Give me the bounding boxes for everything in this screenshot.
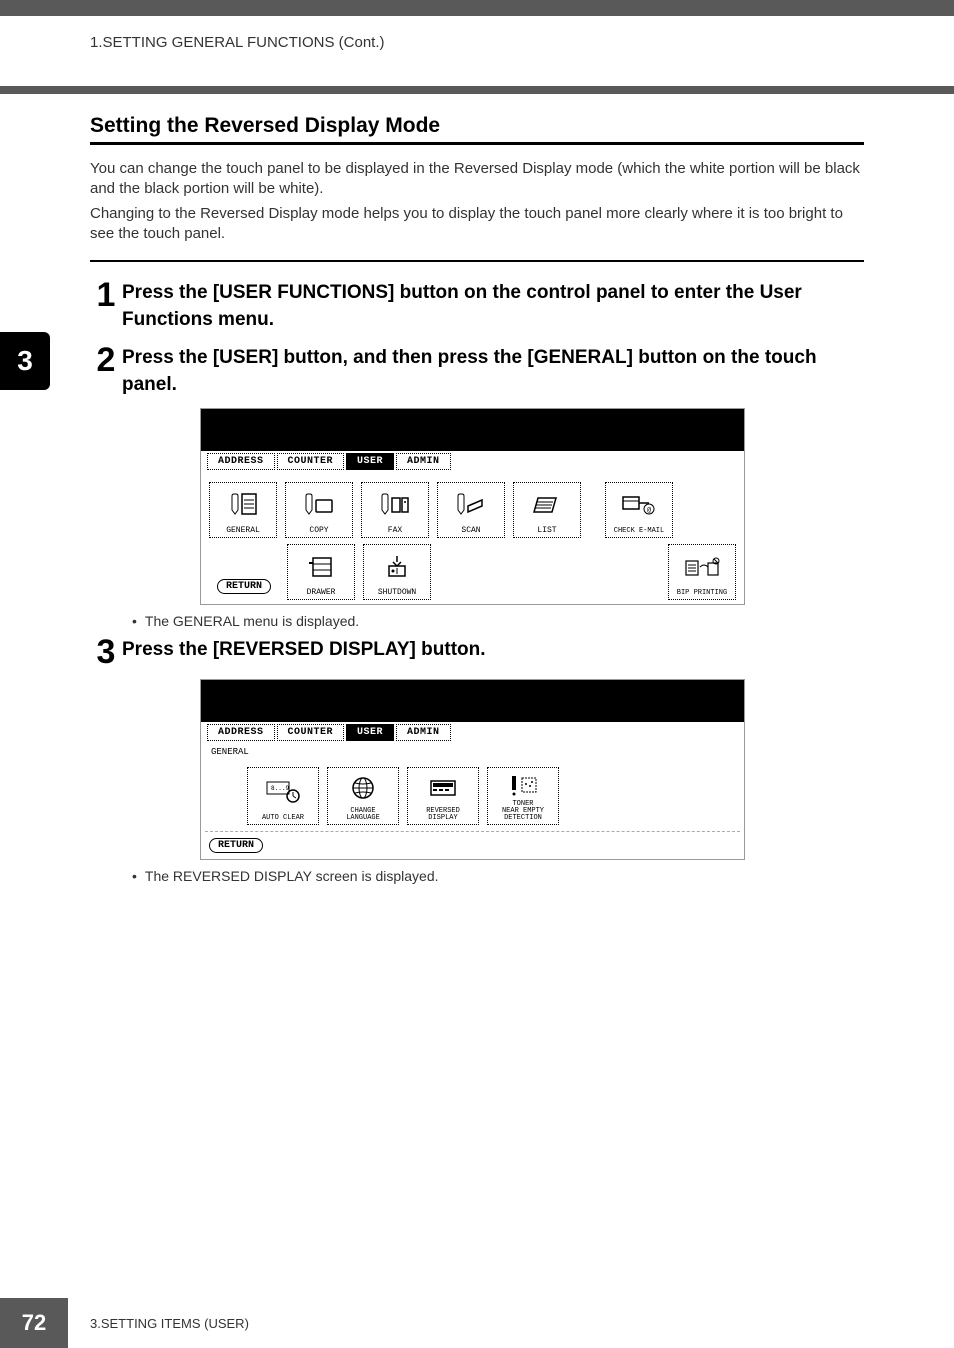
step-1: 1 Press the [USER FUNCTIONS] button on t… [90,278,864,333]
button-row-general: 8...9 AUTO CLEAR CHANGE LANGUAGE REVERSE… [201,761,744,831]
general-button[interactable]: GENERAL [209,482,277,538]
globe-icon [328,768,398,808]
copy-button[interactable]: COPY [285,482,353,538]
tab2-counter[interactable]: COUNTER [277,724,345,741]
section-title: Setting the Reversed Display Mode [90,114,864,138]
bip-printing-button[interactable]: BIP PRINTING [668,544,736,600]
screenshot-user-menu: ADDRESS COUNTER USER ADMIN GENERAL COPY [200,408,745,605]
screenshot-divider [205,831,740,832]
top-gray-bar [0,0,954,16]
screenshot2-body: ADDRESS COUNTER USER ADMIN GENERAL 8...9… [201,722,744,859]
button-row-1: GENERAL COPY FAX [201,476,744,544]
step-2-number: 2 [90,343,122,377]
tab-row-2: ADDRESS COUNTER USER ADMIN [201,722,744,747]
scan-icon [438,483,504,527]
note-general-menu: The GENERAL menu is displayed. [132,613,864,629]
drawer-icon [288,545,354,589]
step-2-text: Press the [USER] button, and then press … [122,343,864,398]
intro-paragraph-2: Changing to the Reversed Display mode he… [90,204,864,245]
button-row-2: RETURN DRAWER SHUTDOWN [201,544,744,604]
reversed-display-button[interactable]: REVERSED DISPLAY [407,767,479,825]
change-language-label: CHANGE LANGUAGE [346,808,380,822]
return-button-2[interactable]: RETURN [209,838,263,853]
tab-row: ADDRESS COUNTER USER ADMIN [201,451,744,476]
tab2-user[interactable]: USER [346,724,394,741]
note-reversed-display: The REVERSED DISPLAY screen is displayed… [132,868,864,884]
drawer-label: DRAWER [307,589,336,597]
toner-detection-button[interactable]: TONER NEAR EMPTY DETECTION [487,767,559,825]
return-button[interactable]: RETURN [217,579,271,594]
check-email-button[interactable]: @ CHECK E-MAIL [605,482,673,538]
intro-paragraph-1: You can change the touch panel to be dis… [90,159,864,200]
toner-icon [488,768,558,801]
copy-icon [286,483,352,527]
tab2-admin[interactable]: ADMIN [396,724,451,741]
general-breadcrumb: GENERAL [201,747,744,761]
screenshot-general-menu: ADDRESS COUNTER USER ADMIN GENERAL 8...9… [200,679,745,860]
scan-button[interactable]: SCAN [437,482,505,538]
reversed-display-icon [408,768,478,808]
fax-icon [362,483,428,527]
check-email-icon: @ [606,483,672,528]
shutdown-button[interactable]: SHUTDOWN [363,544,431,600]
step-1-text: Press the [USER FUNCTIONS] button on the… [122,278,864,333]
list-button[interactable]: LIST [513,482,581,538]
toner-detection-label: TONER NEAR EMPTY DETECTION [502,801,544,822]
tab-user[interactable]: USER [346,453,394,470]
tab2-address[interactable]: ADDRESS [207,724,275,741]
screenshot-titlebar [201,409,744,451]
mid-gray-bar [0,86,954,94]
shutdown-label: SHUTDOWN [378,589,416,597]
divider-rule [90,260,864,262]
chapter-side-tab: 3 [0,332,50,390]
change-language-button[interactable]: CHANGE LANGUAGE [327,767,399,825]
tab-address[interactable]: ADDRESS [207,453,275,470]
page-number: 72 [0,1298,68,1348]
general-icon [210,483,276,527]
step-1-number: 1 [90,278,122,312]
footer-chapter: 3.SETTING ITEMS (USER) [90,1316,249,1331]
check-email-label: CHECK E-MAIL [614,528,664,535]
tab-counter[interactable]: COUNTER [277,453,345,470]
copy-label: COPY [309,527,328,535]
main-content: Setting the Reversed Display Mode You ca… [0,94,954,884]
step-3-number: 3 [90,635,122,669]
step-2: 2 Press the [USER] button, and then pres… [90,343,864,398]
page-footer: 72 3.SETTING ITEMS (USER) [0,1298,954,1348]
fax-button[interactable]: FAX [361,482,429,538]
fax-label: FAX [388,527,402,535]
auto-clear-icon: 8...9 [248,768,318,815]
general-label: GENERAL [226,527,260,535]
screenshot-body: ADDRESS COUNTER USER ADMIN GENERAL COPY [201,451,744,604]
step-3-text: Press the [REVERSED DISPLAY] button. [122,635,486,664]
svg-text:@: @ [647,506,652,514]
reversed-display-label: REVERSED DISPLAY [426,808,460,822]
auto-clear-label: AUTO CLEAR [262,815,304,822]
screenshot2-titlebar [201,680,744,722]
shutdown-icon [364,545,430,589]
auto-clear-button[interactable]: 8...9 AUTO CLEAR [247,767,319,825]
scan-label: SCAN [461,527,480,535]
header-breadcrumb: 1.SETTING GENERAL FUNCTIONS (Cont.) [90,34,385,51]
drawer-button[interactable]: DRAWER [287,544,355,600]
step-3: 3 Press the [REVERSED DISPLAY] button. [90,635,864,669]
bip-printing-icon [669,545,735,590]
svg-text:8...9: 8...9 [271,785,289,792]
tab-admin[interactable]: ADMIN [396,453,451,470]
list-label: LIST [537,527,556,535]
page-header: 1.SETTING GENERAL FUNCTIONS (Cont.) [0,16,954,86]
bip-printing-label: BIP PRINTING [677,590,727,597]
list-icon [514,483,580,527]
section-rule [90,142,864,145]
